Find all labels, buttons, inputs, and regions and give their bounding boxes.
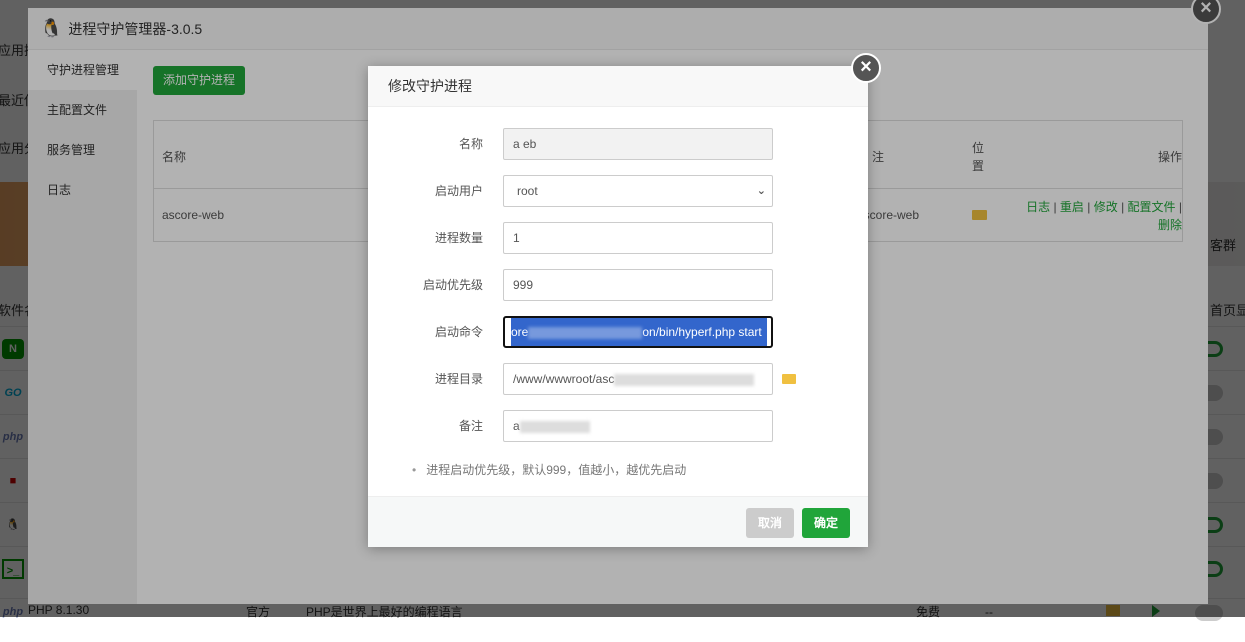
remark-label: 备注: [458, 419, 483, 433]
confirm-button[interactable]: 确定: [802, 508, 851, 538]
user-select[interactable]: root ⌄: [503, 175, 773, 207]
remark-input[interactable]: a: [503, 410, 773, 442]
chevron-down-icon: ⌄: [756, 185, 766, 197]
count-label: 进程数量: [434, 231, 483, 245]
field-dir: 进程目录 /www/wwwroot/asc: [368, 363, 868, 395]
edit-daemon-dialog: 修改守护进程 名称 a eb 启动用户 root ⌄ 进程数量 1 启动优先级 9…: [368, 66, 868, 547]
priority-input[interactable]: 999: [503, 269, 773, 301]
field-command: 启动命令 ore on/bin/hyperf.php start: [368, 316, 868, 348]
name-input[interactable]: a eb: [503, 128, 773, 160]
count-input[interactable]: 1: [503, 222, 773, 254]
folder-icon[interactable]: [782, 374, 796, 384]
priority-label: 启动优先级: [422, 278, 483, 292]
bullet-icon: •: [412, 463, 417, 477]
field-priority: 启动优先级 999: [368, 269, 868, 301]
dir-input[interactable]: /www/wwwroot/asc: [503, 363, 773, 395]
command-input[interactable]: ore on/bin/hyperf.php start: [503, 316, 773, 348]
user-label: 启动用户: [434, 184, 483, 198]
dir-label: 进程目录: [434, 372, 483, 386]
field-name: 名称 a eb: [368, 128, 868, 160]
dialog-close-button[interactable]: ×: [851, 53, 881, 83]
dialog-title: 修改守护进程: [368, 66, 868, 107]
cancel-button[interactable]: 取消: [746, 508, 795, 538]
command-label: 启动命令: [434, 325, 483, 339]
field-count: 进程数量 1: [368, 222, 868, 254]
dialog-footer: 取消 确定: [368, 496, 868, 547]
field-user: 启动用户 root ⌄: [368, 175, 868, 207]
name-label: 名称: [458, 137, 483, 151]
field-remark: 备注 a: [368, 410, 868, 442]
priority-tip: • 进程启动优先级，默认999，值越小，越优先启动: [412, 463, 687, 477]
